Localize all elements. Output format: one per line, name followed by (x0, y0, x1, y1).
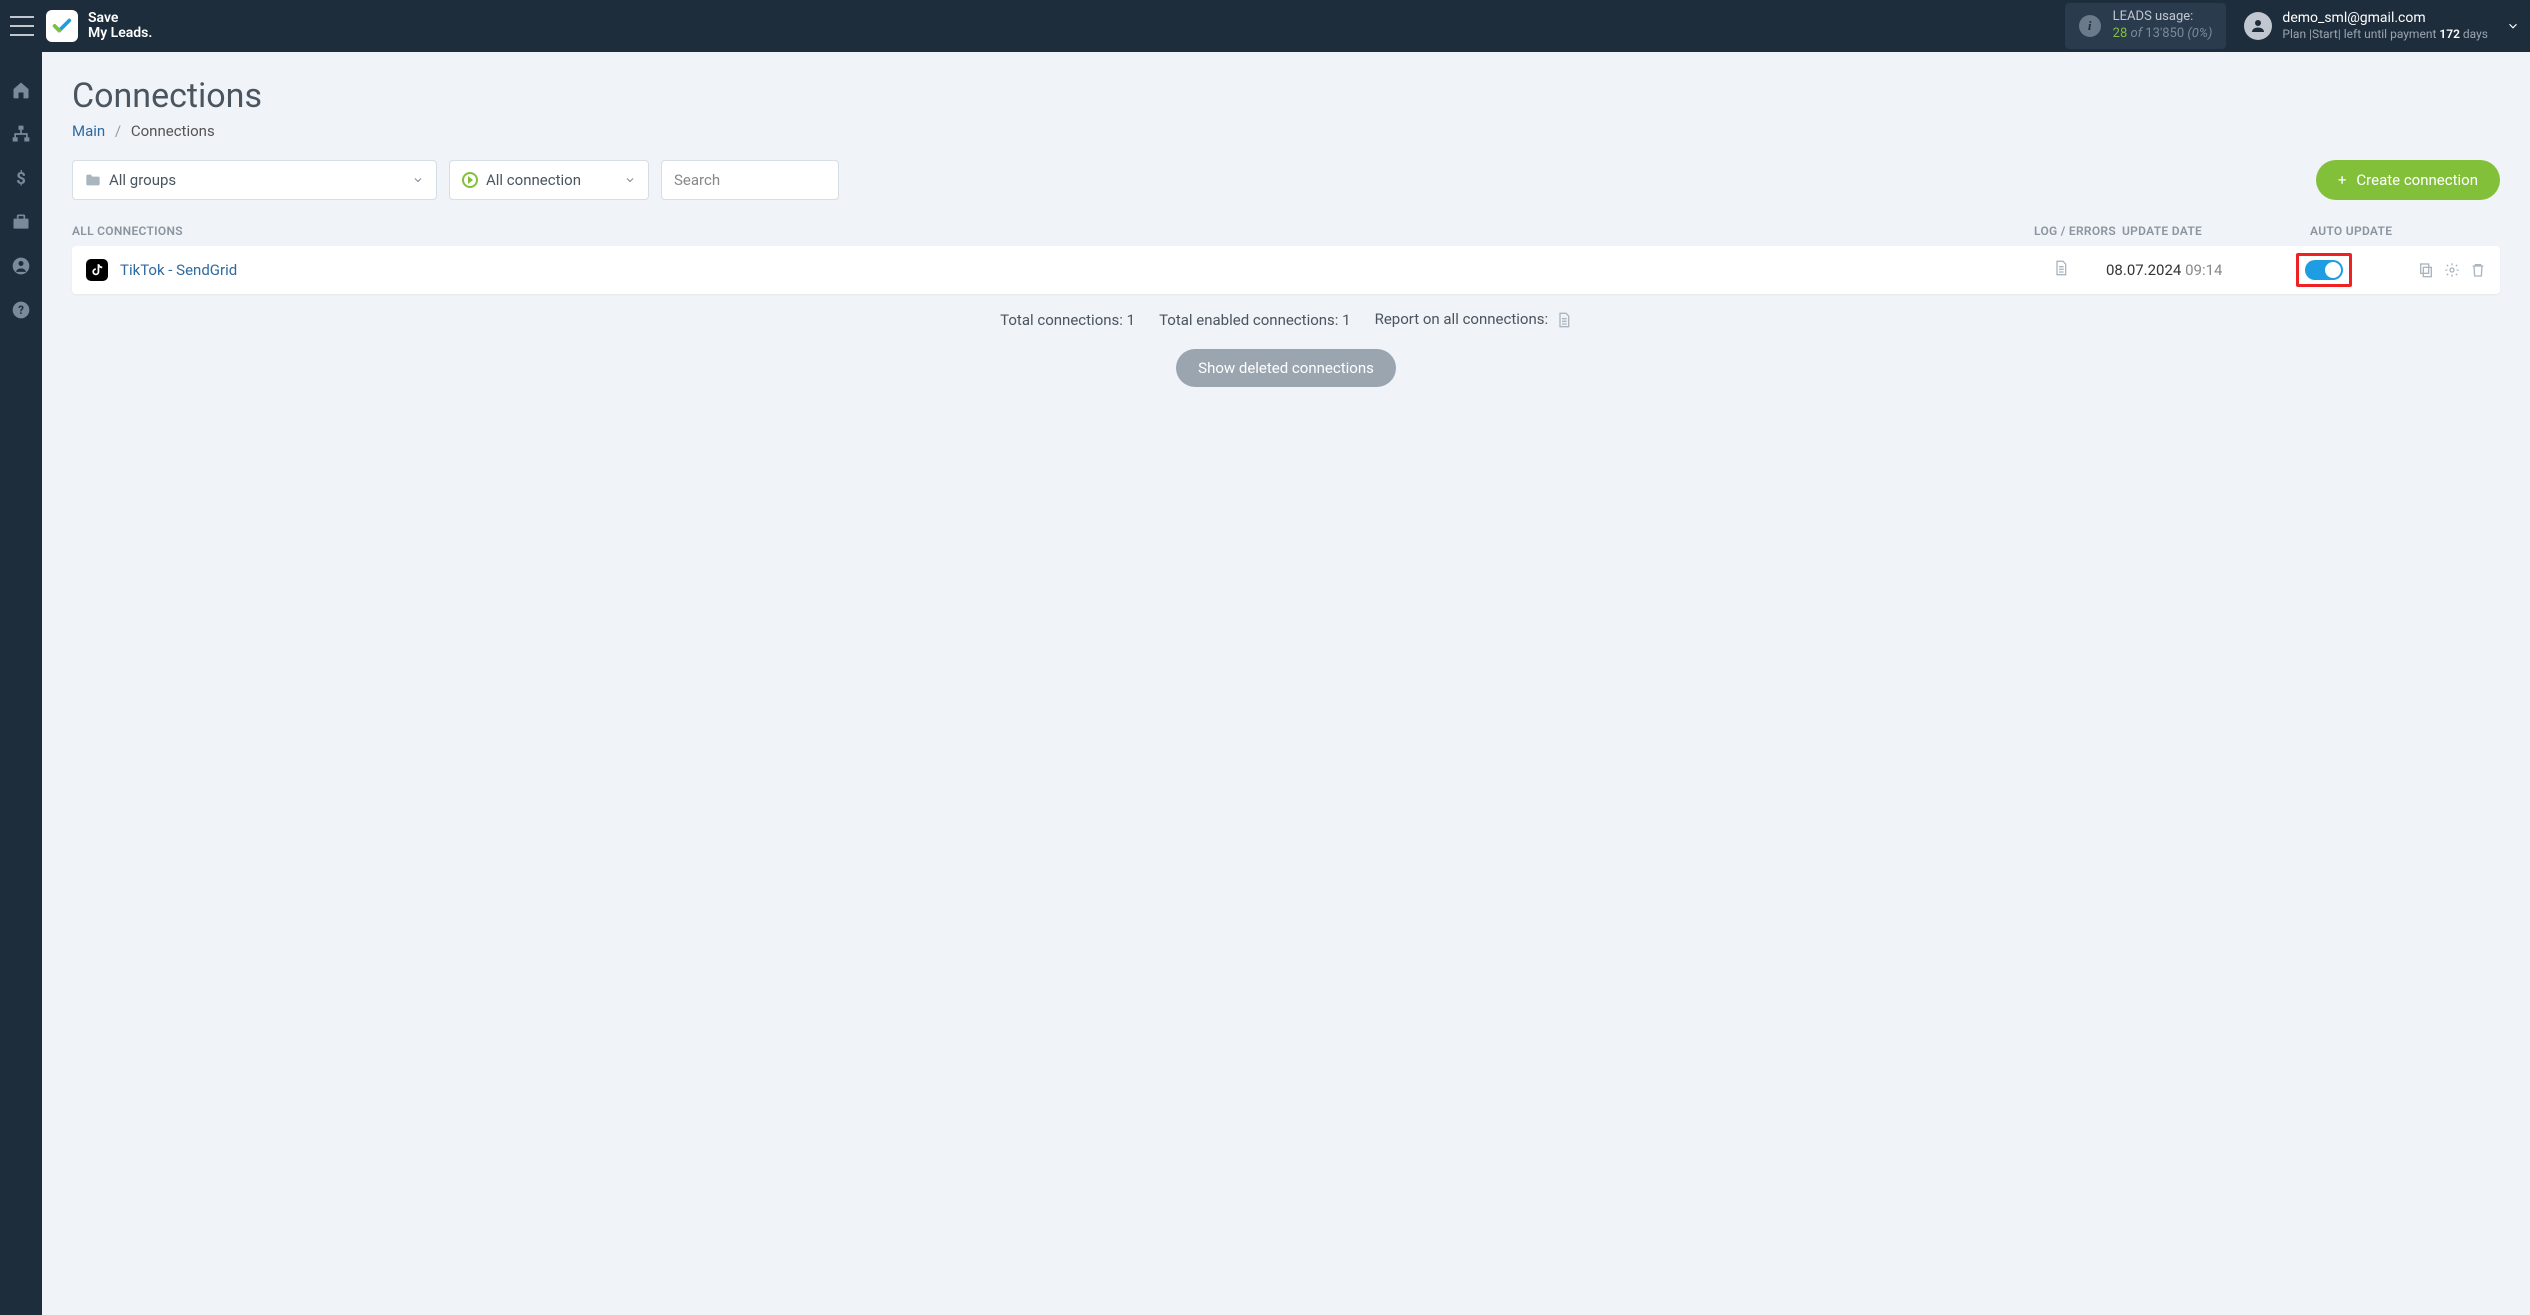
svg-text:?: ? (18, 303, 24, 317)
groups-select[interactable]: All groups (72, 160, 437, 200)
help-icon[interactable]: ? (11, 300, 31, 320)
total-connections: Total connections: 1 (1000, 311, 1135, 329)
dollar-icon[interactable]: $ (11, 168, 31, 188)
home-icon[interactable] (11, 80, 31, 100)
leads-of: of (2131, 26, 2143, 41)
user-menu[interactable]: demo_sml@gmail.com Plan |Start| left unt… (2244, 9, 2488, 43)
log-icon[interactable] (2053, 259, 2069, 277)
breadcrumb-current: Connections (131, 122, 215, 140)
trash-icon[interactable] (2470, 262, 2486, 278)
chevron-down-icon[interactable] (2506, 19, 2520, 33)
table-header: ALL CONNECTIONS LOG / ERRORS UPDATE DATE… (72, 216, 2500, 246)
sitemap-icon[interactable] (11, 124, 31, 144)
brand-logo[interactable] (46, 10, 78, 42)
enabled-connections: Total enabled connections: 1 (1159, 311, 1351, 329)
user-plan: Plan |Start| left until payment 172 days (2282, 27, 2488, 43)
tiktok-icon (86, 259, 108, 281)
create-connection-button[interactable]: + Create connection (2316, 160, 2500, 200)
copy-icon[interactable] (2418, 262, 2434, 278)
status-select[interactable]: All connection (449, 160, 649, 200)
leads-total: 13'850 (2145, 26, 2184, 41)
main-content: Connections Main / Connections All group… (42, 52, 2530, 431)
breadcrumb: Main / Connections (72, 122, 2500, 140)
breadcrumb-main[interactable]: Main (72, 122, 105, 140)
col-header-log: LOG / ERRORS (2030, 224, 2120, 238)
user-email: demo_sml@gmail.com (2282, 9, 2488, 27)
connection-date: 08.07.2024 09:14 (2106, 261, 2296, 279)
page-title: Connections (72, 76, 2500, 116)
gear-icon[interactable] (2444, 262, 2460, 278)
filter-row: All groups All connection + Create conne… (72, 160, 2500, 200)
user-icon[interactable] (11, 256, 31, 276)
left-sidebar: $ ? (0, 52, 42, 1315)
highlighted-area (2296, 253, 2352, 287)
folder-icon (85, 173, 101, 187)
brand-name: Save My Leads. (88, 11, 152, 42)
avatar-icon (2244, 12, 2272, 40)
leads-pct: (0%) (2187, 26, 2212, 41)
auto-update-toggle[interactable] (2305, 260, 2343, 280)
show-deleted-button[interactable]: Show deleted connections (1176, 349, 1396, 387)
leads-used: 28 (2113, 26, 2128, 41)
hamburger-menu-icon[interactable] (10, 16, 34, 36)
summary-row: Total connections: 1 Total enabled conne… (72, 310, 2500, 329)
col-header-date: UPDATE DATE (2120, 224, 2310, 238)
leads-usage-label: LEADS usage: (2113, 9, 2213, 26)
report-icon[interactable] (1556, 311, 1572, 329)
search-input[interactable] (661, 160, 839, 200)
leads-usage-widget[interactable]: i LEADS usage: 28 of 13'850 (0%) (2065, 3, 2227, 49)
top-header: Save My Leads. i LEADS usage: 28 of 13'8… (0, 0, 2530, 52)
play-circle-icon (462, 172, 478, 188)
info-icon: i (2079, 15, 2101, 37)
chevron-down-icon (624, 174, 636, 186)
connection-row: TikTok - SendGrid 08.07.2024 09:14 (72, 246, 2500, 294)
briefcase-icon[interactable] (11, 212, 31, 232)
plus-icon: + (2338, 171, 2347, 189)
report-all: Report on all connections: (1375, 310, 1572, 329)
connection-name-link[interactable]: TikTok - SendGrid (120, 261, 2016, 279)
svg-text:$: $ (16, 170, 26, 188)
col-header-name: ALL CONNECTIONS (72, 224, 2030, 238)
chevron-down-icon (412, 174, 424, 186)
col-header-auto: AUTO UPDATE (2310, 224, 2420, 238)
